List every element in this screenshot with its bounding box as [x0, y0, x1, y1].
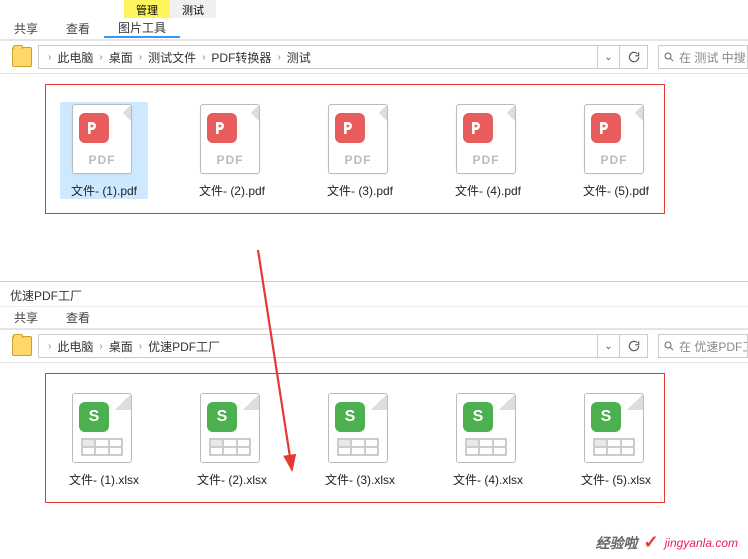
xlsx-icon: S [72, 393, 132, 463]
file-item[interactable]: S 文件- (1).xlsx [60, 393, 148, 488]
ribbon-tabs: 共享 查看 图片工具 [0, 18, 748, 40]
file-item[interactable]: S 文件- (5).xlsx [572, 393, 660, 488]
xlsx-icon: S [456, 393, 516, 463]
watermark-url: jingyanla.com [665, 536, 738, 550]
file-list-area[interactable]: S 文件- (1).xlsx S 文件- (2).xlsx S 文件- (3).… [0, 363, 748, 508]
explorer-window-bottom: 优速PDF工厂 共享 查看 › 此电脑 › 桌面 › 优速PDF工厂 ⌄ 在 优… [0, 283, 748, 559]
refresh-icon [627, 339, 641, 353]
crumb[interactable]: 桌面 [106, 49, 136, 66]
pdf-icon: PDF [584, 104, 644, 174]
pdf-icon: PDF [456, 104, 516, 174]
breadcrumb-dropdown[interactable]: ⌄ [598, 334, 620, 358]
watermark: 经验啦 ✓ jingyanla.com [596, 532, 738, 553]
pdf-icon: PDF [200, 104, 260, 174]
window-title: 优速PDF工厂 [0, 283, 748, 307]
crumb[interactable]: PDF转换器 [208, 49, 274, 66]
file-name: 文件- (1).xlsx [69, 471, 139, 488]
file-item[interactable]: PDF 文件- (2).pdf [188, 104, 276, 199]
explorer-window-top: 管理 测试 共享 查看 图片工具 › 此电脑 › 桌面 › 测试文件 › PDF… [0, 0, 748, 282]
crumb[interactable]: 此电脑 [54, 49, 96, 66]
file-list-area[interactable]: PDF 文件- (1).pdf PDF 文件- (2).pdf PDF 文件- … [0, 74, 748, 219]
file-item[interactable]: S 文件- (3).xlsx [316, 393, 404, 488]
chevron-right-icon: › [96, 52, 105, 63]
address-bar: › 此电脑 › 桌面 › 测试文件 › PDF转换器 › 测试 ⌄ 在 测试 中… [0, 40, 748, 74]
chevron-right-icon: › [45, 341, 54, 352]
file-item[interactable]: PDF 文件- (5).pdf [572, 104, 660, 199]
folder-icon[interactable] [12, 336, 32, 356]
crumb[interactable]: 桌面 [106, 338, 136, 355]
chevron-right-icon: › [136, 341, 145, 352]
chevron-right-icon: › [96, 341, 105, 352]
refresh-button[interactable] [620, 334, 648, 358]
tab-share[interactable]: 共享 [0, 309, 52, 326]
file-name: 文件- (2).xlsx [197, 471, 267, 488]
file-name: 文件- (4).pdf [455, 182, 521, 199]
ribbon-folder-name: 测试 [170, 0, 216, 18]
folder-icon[interactable] [12, 47, 32, 67]
chevron-right-icon: › [274, 52, 283, 63]
file-name: 文件- (3).xlsx [325, 471, 395, 488]
file-name: 文件- (2).pdf [199, 182, 265, 199]
search-placeholder: 在 优速PDF工 [679, 338, 748, 355]
ribbon-tabs: 共享 查看 [0, 307, 748, 329]
refresh-button[interactable] [620, 45, 648, 69]
address-bar: › 此电脑 › 桌面 › 优速PDF工厂 ⌄ 在 优速PDF工 [0, 329, 748, 363]
search-placeholder: 在 测试 中搜 [679, 49, 746, 66]
crumb[interactable]: 优速PDF工厂 [145, 338, 223, 355]
tab-view[interactable]: 查看 [52, 20, 104, 37]
watermark-text: 经验啦 [596, 533, 638, 553]
ribbon-context-tabs: 管理 测试 [0, 0, 748, 18]
xlsx-icon: S [200, 393, 260, 463]
search-icon [663, 340, 675, 352]
crumb[interactable]: 测试文件 [145, 49, 199, 66]
xlsx-icon: S [584, 393, 644, 463]
file-item[interactable]: PDF 文件- (4).pdf [444, 104, 532, 199]
chevron-right-icon: › [199, 52, 208, 63]
file-name: 文件- (5).pdf [583, 182, 649, 199]
tab-image-tools[interactable]: 图片工具 [104, 19, 180, 38]
breadcrumb[interactable]: › 此电脑 › 桌面 › 优速PDF工厂 [38, 334, 598, 358]
chevron-right-icon: › [45, 52, 54, 63]
file-name: 文件- (5).xlsx [581, 471, 651, 488]
xlsx-icon: S [328, 393, 388, 463]
file-name: 文件- (1).pdf [71, 182, 137, 199]
breadcrumb[interactable]: › 此电脑 › 桌面 › 测试文件 › PDF转换器 › 测试 [38, 45, 598, 69]
refresh-icon [627, 50, 641, 64]
check-icon: ✓ [644, 532, 659, 553]
tab-view[interactable]: 查看 [52, 309, 104, 326]
search-input[interactable]: 在 优速PDF工 [658, 334, 748, 358]
ribbon-context-label[interactable]: 管理 [124, 0, 170, 18]
file-item[interactable]: PDF 文件- (3).pdf [316, 104, 404, 199]
breadcrumb-dropdown[interactable]: ⌄ [598, 45, 620, 69]
file-item[interactable]: S 文件- (2).xlsx [188, 393, 276, 488]
file-item[interactable]: PDF 文件- (1).pdf [60, 102, 148, 199]
pdf-icon: PDF [72, 104, 132, 174]
file-name: 文件- (3).pdf [327, 182, 393, 199]
pdf-icon: PDF [328, 104, 388, 174]
file-name: 文件- (4).xlsx [453, 471, 523, 488]
search-icon [663, 51, 675, 63]
chevron-right-icon: › [136, 52, 145, 63]
tab-share[interactable]: 共享 [0, 20, 52, 37]
crumb[interactable]: 此电脑 [54, 338, 96, 355]
file-item[interactable]: S 文件- (4).xlsx [444, 393, 532, 488]
crumb[interactable]: 测试 [284, 49, 314, 66]
search-input[interactable]: 在 测试 中搜 [658, 45, 748, 69]
